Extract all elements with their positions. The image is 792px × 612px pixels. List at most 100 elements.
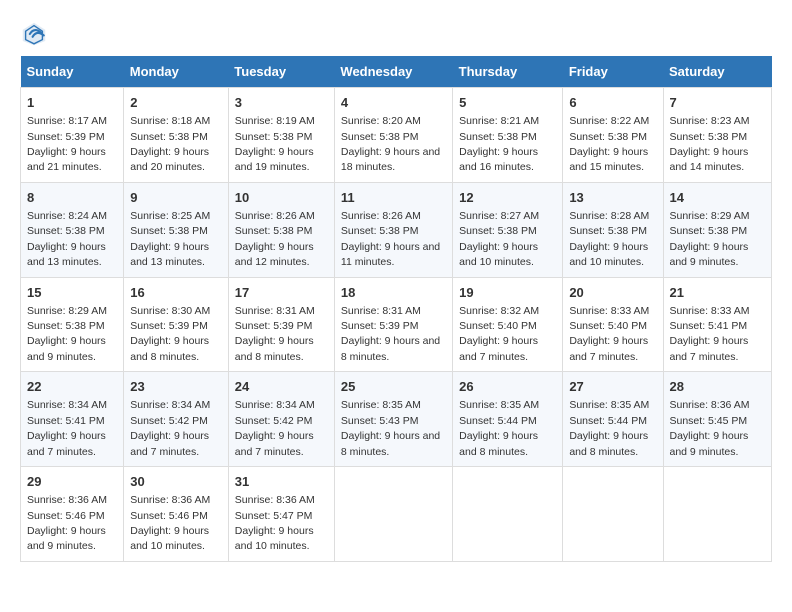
col-header-friday: Friday (563, 56, 663, 88)
day-cell: 4 Sunrise: 8:20 AMSunset: 5:38 PMDayligh… (334, 88, 452, 183)
day-number: 5 (459, 94, 556, 112)
day-number: 15 (27, 284, 117, 302)
header-row: SundayMondayTuesdayWednesdayThursdayFrid… (21, 56, 772, 88)
day-number: 3 (235, 94, 328, 112)
day-cell (334, 467, 452, 562)
day-number: 1 (27, 94, 117, 112)
col-header-thursday: Thursday (453, 56, 563, 88)
day-cell: 12 Sunrise: 8:27 AMSunset: 5:38 PMDaylig… (453, 182, 563, 277)
day-cell (563, 467, 663, 562)
day-cell: 26 Sunrise: 8:35 AMSunset: 5:44 PMDaylig… (453, 372, 563, 467)
cell-content: Sunrise: 8:32 AMSunset: 5:40 PMDaylight:… (459, 305, 539, 363)
day-cell: 13 Sunrise: 8:28 AMSunset: 5:38 PMDaylig… (563, 182, 663, 277)
cell-content: Sunrise: 8:17 AMSunset: 5:39 PMDaylight:… (27, 115, 107, 173)
day-cell: 14 Sunrise: 8:29 AMSunset: 5:38 PMDaylig… (663, 182, 772, 277)
day-cell: 30 Sunrise: 8:36 AMSunset: 5:46 PMDaylig… (124, 467, 229, 562)
cell-content: Sunrise: 8:20 AMSunset: 5:38 PMDaylight:… (341, 115, 440, 173)
cell-content: Sunrise: 8:36 AMSunset: 5:47 PMDaylight:… (235, 494, 315, 552)
day-cell: 7 Sunrise: 8:23 AMSunset: 5:38 PMDayligh… (663, 88, 772, 183)
week-row: 29 Sunrise: 8:36 AMSunset: 5:46 PMDaylig… (21, 467, 772, 562)
day-number: 14 (670, 189, 766, 207)
day-cell: 15 Sunrise: 8:29 AMSunset: 5:38 PMDaylig… (21, 277, 124, 372)
day-number: 31 (235, 473, 328, 491)
day-number: 24 (235, 378, 328, 396)
week-row: 1 Sunrise: 8:17 AMSunset: 5:39 PMDayligh… (21, 88, 772, 183)
cell-content: Sunrise: 8:34 AMSunset: 5:42 PMDaylight:… (235, 399, 315, 457)
day-cell: 28 Sunrise: 8:36 AMSunset: 5:45 PMDaylig… (663, 372, 772, 467)
day-cell: 27 Sunrise: 8:35 AMSunset: 5:44 PMDaylig… (563, 372, 663, 467)
cell-content: Sunrise: 8:30 AMSunset: 5:39 PMDaylight:… (130, 305, 210, 363)
day-cell: 23 Sunrise: 8:34 AMSunset: 5:42 PMDaylig… (124, 372, 229, 467)
cell-content: Sunrise: 8:21 AMSunset: 5:38 PMDaylight:… (459, 115, 539, 173)
cell-content: Sunrise: 8:36 AMSunset: 5:46 PMDaylight:… (27, 494, 107, 552)
day-cell: 1 Sunrise: 8:17 AMSunset: 5:39 PMDayligh… (21, 88, 124, 183)
cell-content: Sunrise: 8:31 AMSunset: 5:39 PMDaylight:… (235, 305, 315, 363)
cell-content: Sunrise: 8:25 AMSunset: 5:38 PMDaylight:… (130, 210, 210, 268)
day-cell: 31 Sunrise: 8:36 AMSunset: 5:47 PMDaylig… (228, 467, 334, 562)
day-number: 6 (569, 94, 656, 112)
day-cell: 6 Sunrise: 8:22 AMSunset: 5:38 PMDayligh… (563, 88, 663, 183)
cell-content: Sunrise: 8:28 AMSunset: 5:38 PMDaylight:… (569, 210, 649, 268)
day-number: 28 (670, 378, 766, 396)
day-number: 7 (670, 94, 766, 112)
col-header-saturday: Saturday (663, 56, 772, 88)
cell-content: Sunrise: 8:35 AMSunset: 5:44 PMDaylight:… (569, 399, 649, 457)
cell-content: Sunrise: 8:29 AMSunset: 5:38 PMDaylight:… (670, 210, 750, 268)
day-number: 18 (341, 284, 446, 302)
day-number: 16 (130, 284, 222, 302)
day-number: 4 (341, 94, 446, 112)
day-number: 23 (130, 378, 222, 396)
cell-content: Sunrise: 8:34 AMSunset: 5:41 PMDaylight:… (27, 399, 107, 457)
cell-content: Sunrise: 8:31 AMSunset: 5:39 PMDaylight:… (341, 305, 440, 363)
day-cell: 17 Sunrise: 8:31 AMSunset: 5:39 PMDaylig… (228, 277, 334, 372)
cell-content: Sunrise: 8:26 AMSunset: 5:38 PMDaylight:… (235, 210, 315, 268)
header (20, 20, 772, 48)
cell-content: Sunrise: 8:36 AMSunset: 5:46 PMDaylight:… (130, 494, 210, 552)
day-cell: 5 Sunrise: 8:21 AMSunset: 5:38 PMDayligh… (453, 88, 563, 183)
cell-content: Sunrise: 8:29 AMSunset: 5:38 PMDaylight:… (27, 305, 107, 363)
day-cell (453, 467, 563, 562)
logo (20, 20, 52, 48)
day-cell: 2 Sunrise: 8:18 AMSunset: 5:38 PMDayligh… (124, 88, 229, 183)
cell-content: Sunrise: 8:35 AMSunset: 5:43 PMDaylight:… (341, 399, 440, 457)
day-number: 22 (27, 378, 117, 396)
day-number: 25 (341, 378, 446, 396)
cell-content: Sunrise: 8:36 AMSunset: 5:45 PMDaylight:… (670, 399, 750, 457)
week-row: 22 Sunrise: 8:34 AMSunset: 5:41 PMDaylig… (21, 372, 772, 467)
col-header-monday: Monday (124, 56, 229, 88)
day-number: 20 (569, 284, 656, 302)
day-cell: 29 Sunrise: 8:36 AMSunset: 5:46 PMDaylig… (21, 467, 124, 562)
day-cell: 9 Sunrise: 8:25 AMSunset: 5:38 PMDayligh… (124, 182, 229, 277)
day-cell: 11 Sunrise: 8:26 AMSunset: 5:38 PMDaylig… (334, 182, 452, 277)
day-cell: 25 Sunrise: 8:35 AMSunset: 5:43 PMDaylig… (334, 372, 452, 467)
day-number: 8 (27, 189, 117, 207)
cell-content: Sunrise: 8:34 AMSunset: 5:42 PMDaylight:… (130, 399, 210, 457)
day-number: 9 (130, 189, 222, 207)
day-number: 21 (670, 284, 766, 302)
day-cell: 16 Sunrise: 8:30 AMSunset: 5:39 PMDaylig… (124, 277, 229, 372)
day-number: 11 (341, 189, 446, 207)
day-cell: 18 Sunrise: 8:31 AMSunset: 5:39 PMDaylig… (334, 277, 452, 372)
cell-content: Sunrise: 8:23 AMSunset: 5:38 PMDaylight:… (670, 115, 750, 173)
day-cell: 22 Sunrise: 8:34 AMSunset: 5:41 PMDaylig… (21, 372, 124, 467)
day-number: 19 (459, 284, 556, 302)
cell-content: Sunrise: 8:24 AMSunset: 5:38 PMDaylight:… (27, 210, 107, 268)
cell-content: Sunrise: 8:27 AMSunset: 5:38 PMDaylight:… (459, 210, 539, 268)
day-number: 12 (459, 189, 556, 207)
day-number: 27 (569, 378, 656, 396)
cell-content: Sunrise: 8:19 AMSunset: 5:38 PMDaylight:… (235, 115, 315, 173)
day-cell: 8 Sunrise: 8:24 AMSunset: 5:38 PMDayligh… (21, 182, 124, 277)
day-cell: 21 Sunrise: 8:33 AMSunset: 5:41 PMDaylig… (663, 277, 772, 372)
col-header-tuesday: Tuesday (228, 56, 334, 88)
day-number: 26 (459, 378, 556, 396)
day-cell (663, 467, 772, 562)
day-cell: 3 Sunrise: 8:19 AMSunset: 5:38 PMDayligh… (228, 88, 334, 183)
day-cell: 10 Sunrise: 8:26 AMSunset: 5:38 PMDaylig… (228, 182, 334, 277)
day-number: 29 (27, 473, 117, 491)
calendar-table: SundayMondayTuesdayWednesdayThursdayFrid… (20, 56, 772, 562)
cell-content: Sunrise: 8:18 AMSunset: 5:38 PMDaylight:… (130, 115, 210, 173)
day-number: 13 (569, 189, 656, 207)
week-row: 8 Sunrise: 8:24 AMSunset: 5:38 PMDayligh… (21, 182, 772, 277)
col-header-wednesday: Wednesday (334, 56, 452, 88)
day-number: 30 (130, 473, 222, 491)
